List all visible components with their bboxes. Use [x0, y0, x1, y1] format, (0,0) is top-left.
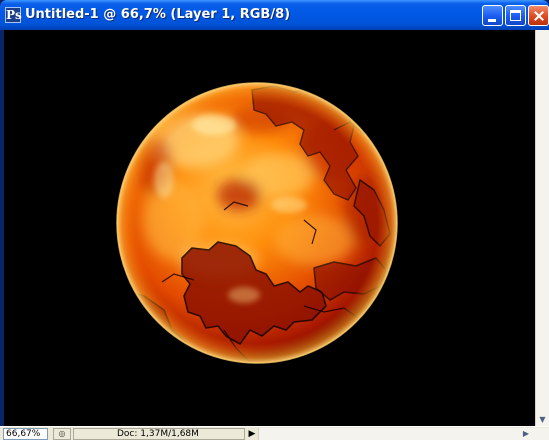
status-menu-arrow-icon[interactable]: ▶ — [246, 428, 258, 440]
scroll-right-arrow-icon[interactable]: ▶ — [519, 428, 533, 440]
maximize-icon — [510, 10, 521, 21]
planet-surface — [117, 83, 397, 363]
horizontal-scrollbar[interactable] — [258, 428, 549, 440]
scroll-down-arrow-icon[interactable]: ▼ — [536, 414, 549, 426]
maximize-button[interactable] — [505, 5, 526, 26]
document-info: Doc: 1,37M/1,68M — [73, 428, 245, 440]
title-bar[interactable]: Ps Untitled-1 @ 66,7% (Layer 1, RGB/8) — [0, 0, 549, 30]
window-title: Untitled-1 @ 66,7% (Layer 1, RGB/8) — [25, 7, 291, 22]
planet-artwork — [116, 82, 398, 364]
photoshop-document-icon[interactable]: Ps — [5, 7, 22, 23]
close-button[interactable] — [528, 5, 549, 26]
vertical-scrollbar[interactable] — [535, 30, 549, 426]
minimize-icon — [488, 19, 496, 22]
status-bar: 66,67% ◎ Doc: 1,37M/1,68M ▶ ▶ — [0, 426, 549, 440]
document-canvas[interactable] — [4, 30, 535, 426]
minimize-button[interactable] — [482, 5, 503, 26]
zoom-level-field[interactable]: 66,67% — [3, 428, 48, 440]
document-window: Ps Untitled-1 @ 66,7% (Layer 1, RGB/8) ▼… — [0, 0, 549, 440]
navigator-button[interactable]: ◎ — [53, 428, 71, 440]
